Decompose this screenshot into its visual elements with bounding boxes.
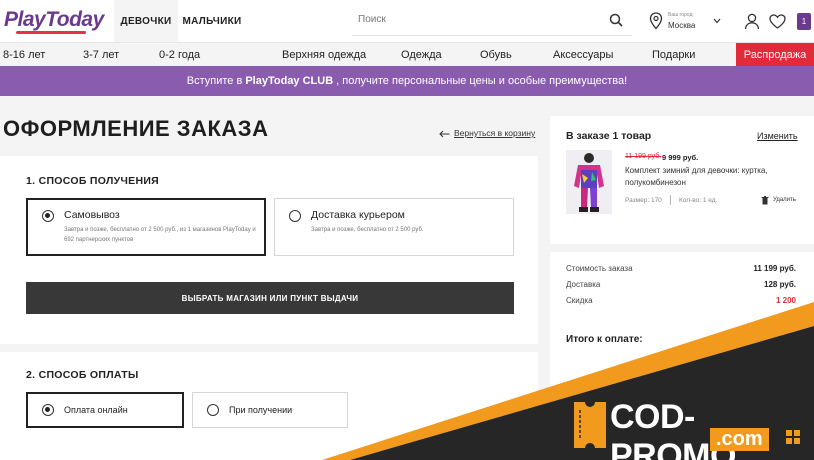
nav-item-3-7[interactable]: 3-7 лет <box>83 43 119 67</box>
trash-icon[interactable] <box>760 195 769 205</box>
nav-item-shoes[interactable]: Обувь <box>480 43 512 67</box>
nav-item-gifts[interactable]: Подарки <box>652 43 695 67</box>
nav-item-accessories[interactable]: Аксессуары <box>553 43 613 67</box>
search-box <box>352 6 632 36</box>
summary-discount-value: 1 200 <box>775 296 796 305</box>
page-title: ОФОРМЛЕНИЕ ЗАКАЗА <box>3 116 269 141</box>
product-old-price: 11 199 руб. <box>625 153 662 160</box>
heart-icon[interactable] <box>768 12 786 30</box>
delivery-option-courier[interactable]: Доставка курьером Завтра и позже, беспла… <box>274 198 514 256</box>
banner-brand: PlayToday CLUB <box>245 75 334 87</box>
tab-boys[interactable]: МАЛЬЧИКИ <box>178 0 246 42</box>
order-heading: В заказе 1 товар <box>566 130 652 142</box>
user-icon[interactable] <box>743 12 761 30</box>
courier-desc: Завтра и позже, бесплатно от 2 500 руб. <box>311 227 424 233</box>
payment-heading: 2. СПОСОБ ОПЛАТЫ <box>26 369 139 381</box>
chevron-down-icon[interactable] <box>712 16 722 26</box>
courier-title: Доставка курьером <box>311 209 405 221</box>
summary-delivery-value: 128 руб. <box>764 280 796 289</box>
pickup-desc: Завтра и позже, бесплатно от 2 500 руб.,… <box>64 227 256 243</box>
meta-divider <box>670 195 671 205</box>
tab-girls[interactable]: ДЕВОЧКИ <box>114 0 178 42</box>
arrow-left-icon[interactable] <box>438 129 450 139</box>
banner-prefix: Вступите в <box>186 75 243 87</box>
change-order-link[interactable]: Изменить <box>757 131 798 141</box>
summary-discount-label: Скидка <box>566 296 593 305</box>
search-input[interactable] <box>358 14 588 25</box>
logo[interactable]: PlayToday <box>4 8 104 32</box>
summary-order-cost-value: 11 199 руб. <box>753 264 796 273</box>
club-banner[interactable]: Вступите в PlayToday CLUB , получите пер… <box>0 66 814 96</box>
logo-underline <box>16 31 86 34</box>
online-radio[interactable] <box>42 404 54 416</box>
nav-item-0-2[interactable]: 0-2 года <box>159 43 200 67</box>
on-delivery-radio[interactable] <box>207 404 219 416</box>
pickup-title: Самовывоз <box>64 209 120 221</box>
nav-item-clothing[interactable]: Одежда <box>401 43 442 67</box>
online-title: Оплата онлайн <box>64 405 128 415</box>
location-pin-icon[interactable] <box>648 11 664 31</box>
product-name[interactable]: Комплект зимний для девочки: куртка, пол… <box>625 165 800 189</box>
city-value[interactable]: Москва <box>668 21 695 30</box>
nav-item-8-16[interactable]: 8-16 лет <box>3 43 45 67</box>
nav-item-outerwear[interactable]: Верхняя одежда <box>282 43 366 67</box>
summary-delivery-label: Доставка <box>566 280 601 289</box>
category-nav: 8-16 лет 3-7 лет 0-2 года Верхняя одежда… <box>0 42 814 67</box>
delivery-heading: 1. СПОСОБ ПОЛУЧЕНИЯ <box>26 175 160 187</box>
delete-product-button[interactable]: Удалить <box>773 197 796 203</box>
on-delivery-title: При получении <box>229 405 293 415</box>
payment-option-on-delivery[interactable]: При получении <box>192 392 348 428</box>
summary-order-cost-label: Стоимость заказа <box>566 264 633 273</box>
cart-icon[interactable]: 1 <box>797 13 811 30</box>
back-to-cart-link[interactable]: Вернуться в корзину <box>454 128 535 138</box>
total-label: Итого к оплате: <box>566 334 643 345</box>
search-icon[interactable] <box>608 12 624 28</box>
pickup-radio[interactable] <box>42 210 54 222</box>
choose-pickup-point-button[interactable]: ВЫБРАТЬ МАГАЗИН ИЛИ ПУНКТ ВЫДАЧИ <box>26 282 514 314</box>
product-size: Размер: 170 <box>625 197 662 204</box>
promo-domain: .com <box>710 428 769 451</box>
top-header: PlayToday ДЕВОЧКИ МАЛЬЧИКИ Ваш город: Мо… <box>0 0 814 42</box>
page: { "header": { "logo": "PlayToday", "gend… <box>0 0 814 460</box>
banner-suffix: , получите персональные цены и особые пр… <box>336 75 628 87</box>
city-label: Ваш город: <box>668 12 694 18</box>
product-image[interactable] <box>566 150 612 214</box>
nav-item-sale[interactable]: Распродажа <box>736 43 814 67</box>
delivery-option-pickup[interactable]: Самовывоз Завтра и позже, бесплатно от 2… <box>26 198 266 256</box>
payment-option-online[interactable]: Оплата онлайн <box>26 392 184 428</box>
product-price: 9 999 руб. <box>662 153 699 162</box>
courier-radio[interactable] <box>289 210 301 222</box>
product-qty: Кол-во: 1 ед. <box>679 197 718 204</box>
